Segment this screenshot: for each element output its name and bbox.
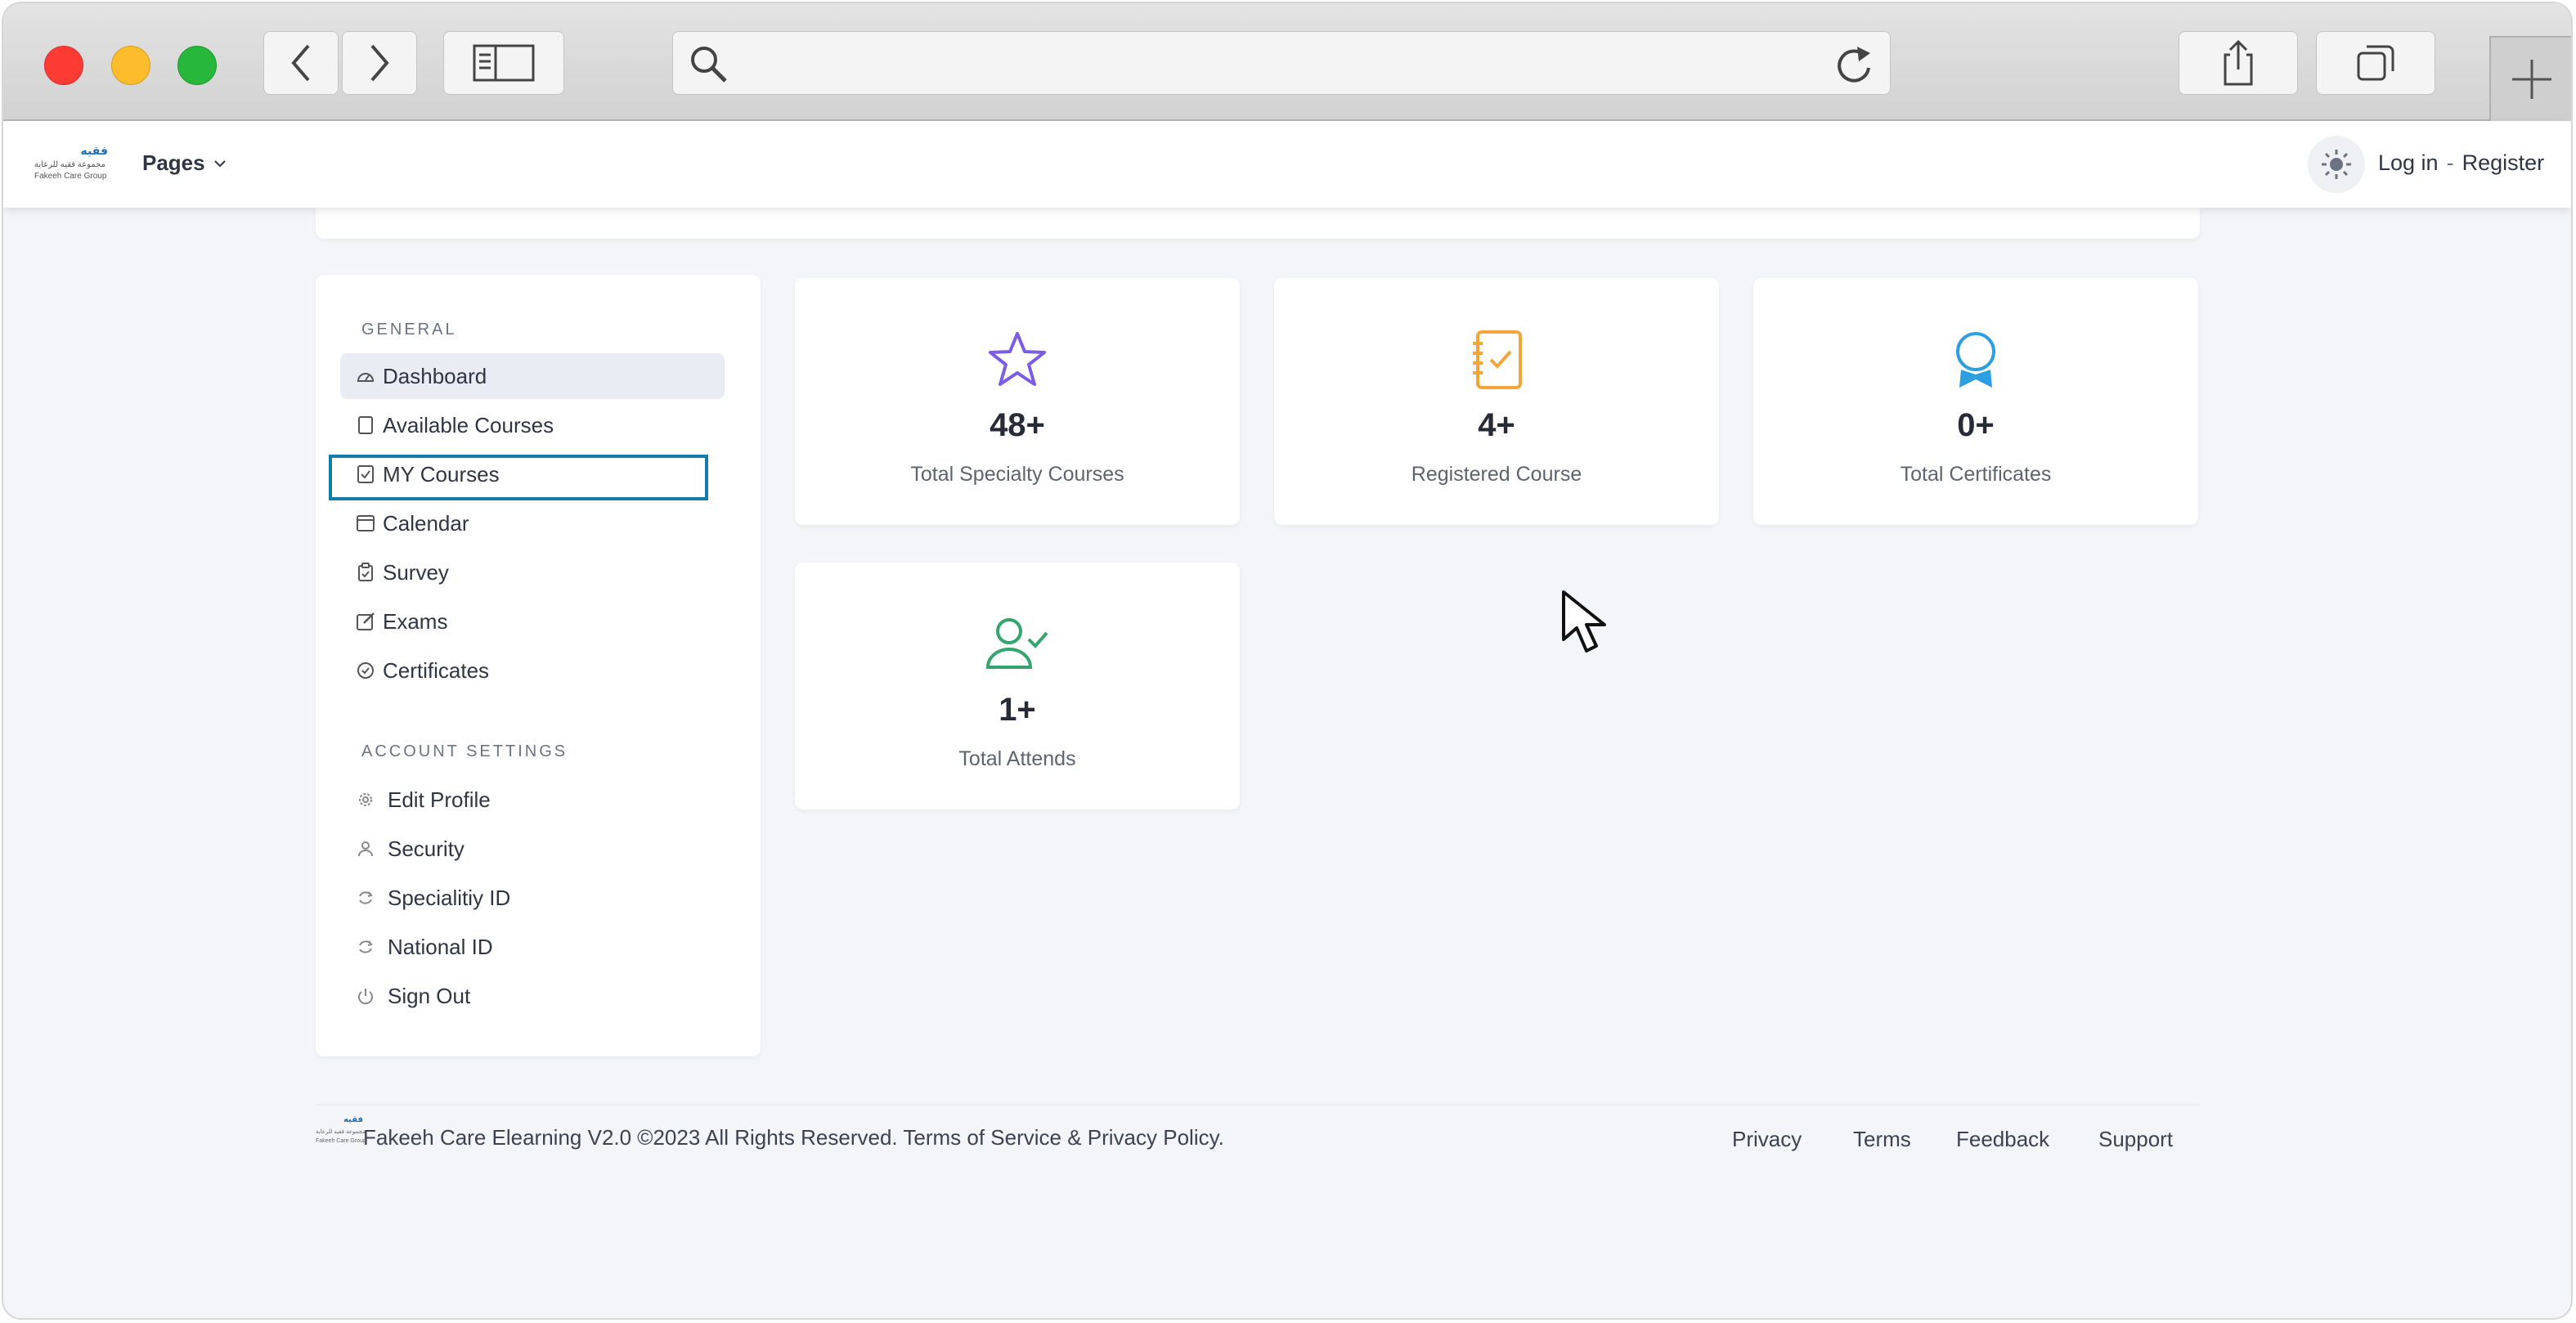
footer-link-support[interactable]: Support	[2098, 1127, 2173, 1152]
auth-separator: -	[2446, 150, 2454, 175]
new-tab-button[interactable]	[2489, 36, 2571, 121]
clipboard-icon	[355, 562, 376, 583]
power-icon	[355, 985, 376, 1007]
checkbox-icon	[355, 464, 376, 485]
back-button[interactable]	[263, 31, 339, 95]
app-header: فقيه مجموعة فقيه للرعاية Fakeeh Care Gro…	[3, 121, 2571, 208]
sidebar-item-my-courses[interactable]: MY Courses	[340, 451, 725, 497]
check-circle-icon	[355, 660, 376, 681]
share-icon	[2224, 39, 2253, 86]
sidebar-item-available-courses[interactable]: Available Courses	[340, 402, 725, 448]
stat-card-certificates[interactable]: 0+ Total Certificates	[1753, 278, 2198, 525]
stat-label: Total Attends	[958, 747, 1076, 770]
pages-label: Pages	[142, 150, 205, 175]
address-bar[interactable]	[672, 31, 1891, 95]
forward-arrow-icon	[370, 44, 389, 82]
browser-window: فقيه مجموعة فقيه للرعاية Fakeeh Care Gro…	[3, 3, 2571, 1318]
auth-links: Log in - Register	[2378, 150, 2544, 176]
sidebar-item-certificates[interactable]: Certificates	[340, 648, 725, 693]
footer-divider	[316, 1104, 2200, 1105]
footer-logo: فقيه مجموعة فقيه للرعاية Fakeeh Care Gro…	[316, 1115, 366, 1144]
footer-link-feedback[interactable]: Feedback	[1956, 1127, 2049, 1152]
user-check-icon	[985, 618, 1048, 669]
award-icon	[1956, 332, 1995, 388]
dashboard-icon	[355, 366, 376, 387]
theme-toggle-button[interactable]	[2308, 136, 2365, 193]
stat-label: Total Certificates	[1900, 463, 2052, 486]
stat-value: 48+	[990, 407, 1045, 443]
sidebar-item-edit-profile[interactable]: Edit Profile	[340, 777, 725, 823]
forward-button[interactable]	[342, 31, 417, 95]
login-link[interactable]: Log in	[2378, 150, 2439, 175]
browser-toolbar	[3, 3, 2571, 121]
stat-card-attends[interactable]: 1+ Total Attends	[795, 563, 1240, 809]
register-link[interactable]: Register	[2462, 150, 2545, 175]
fakeeh-logo[interactable]: فقيه مجموعة فقيه للرعاية Fakeeh Care Gro…	[34, 144, 111, 186]
reload-icon[interactable]	[1833, 42, 1875, 86]
notebook-check-icon	[1473, 330, 1522, 389]
back-arrow-icon	[291, 44, 310, 82]
sidebar-item-dashboard[interactable]: Dashboard	[340, 353, 725, 399]
edit-icon	[355, 611, 376, 632]
gear-icon	[355, 789, 376, 810]
stat-value: 4+	[1478, 407, 1515, 443]
close-window-button[interactable]	[44, 46, 83, 85]
sidebar-item-speciality-id[interactable]: Specialitiy ID	[340, 875, 725, 921]
sun-icon	[2322, 150, 2351, 179]
plus-icon	[2512, 60, 2551, 99]
sidebar-item-survey[interactable]: Survey	[340, 549, 725, 595]
mouse-pointer-icon	[1562, 590, 1606, 653]
general-section-title: GENERAL	[361, 321, 457, 339]
sidebar-toggle-button[interactable]	[443, 31, 564, 95]
sidebar-item-security[interactable]: Security	[340, 826, 725, 872]
calendar-icon	[355, 513, 376, 534]
dashboard-sidebar: GENERAL Dashboard Available Courses MY C…	[316, 275, 761, 1056]
refresh-icon	[355, 887, 376, 908]
page-banner-edge	[316, 208, 2200, 239]
file-icon	[355, 415, 376, 436]
sidebar-item-sign-out[interactable]: Sign Out	[340, 973, 725, 1019]
show-tabs-button[interactable]	[2316, 31, 2435, 95]
footer-link-privacy[interactable]: Privacy	[1732, 1127, 1802, 1152]
share-button[interactable]	[2179, 31, 2298, 95]
user-icon	[355, 838, 376, 859]
chevron-down-icon	[213, 159, 226, 167]
minimize-window-button[interactable]	[111, 46, 150, 85]
stat-label: Total Specialty Courses	[910, 463, 1124, 486]
footer-link-terms[interactable]: Terms	[1853, 1127, 1911, 1152]
sidebar-toggle-icon	[473, 44, 535, 82]
sidebar-item-national-id[interactable]: National ID	[340, 924, 725, 970]
account-settings-section-title: ACCOUNT SETTINGS	[361, 742, 568, 760]
stat-value: 1+	[999, 692, 1036, 728]
zoom-window-button[interactable]	[177, 46, 217, 85]
stat-card-registered-course[interactable]: 4+ Registered Course	[1274, 278, 1719, 525]
stat-label: Registered Course	[1411, 463, 1582, 486]
refresh-icon	[355, 936, 376, 957]
tabs-icon	[2357, 45, 2394, 81]
sidebar-item-calendar[interactable]: Calendar	[340, 500, 725, 546]
stat-card-specialty-courses[interactable]: 48+ Total Specialty Courses	[795, 278, 1240, 525]
sidebar-item-exams[interactable]: Exams	[340, 599, 725, 644]
pages-dropdown[interactable]: Pages	[142, 150, 227, 176]
stat-value: 0+	[1957, 407, 1995, 443]
footer-copyright: Fakeeh Care Elearning V2.0 ©2023 All Rig…	[363, 1125, 1224, 1150]
search-icon	[691, 47, 727, 83]
star-icon	[989, 332, 1046, 386]
